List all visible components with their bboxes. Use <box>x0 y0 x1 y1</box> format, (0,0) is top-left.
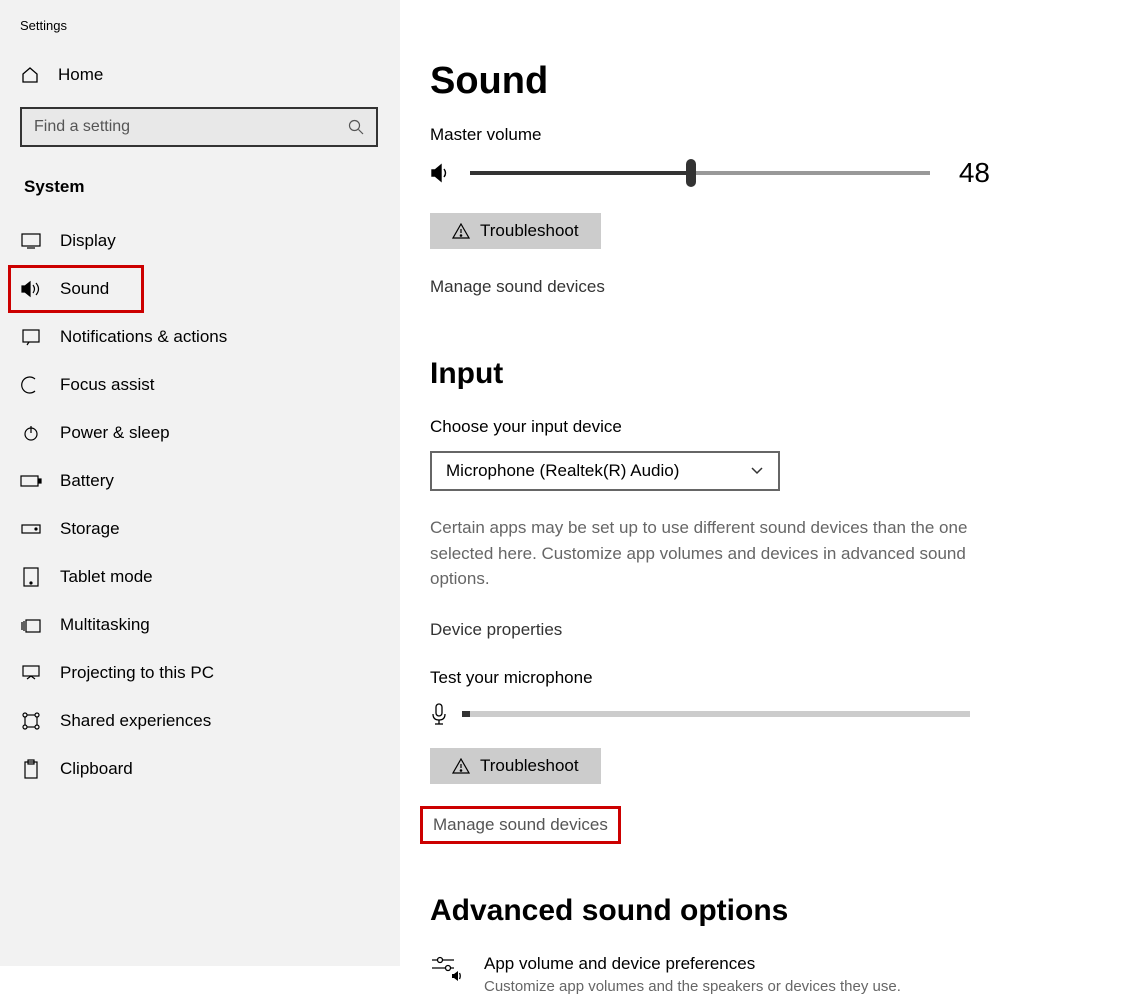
sidebar-item-label: Clipboard <box>60 759 133 779</box>
sidebar-home[interactable]: Home <box>0 51 400 99</box>
sidebar-nav: Display Sound Notifications & actions Fo… <box>0 217 400 793</box>
storage-icon <box>20 522 42 536</box>
battery-icon <box>20 474 42 488</box>
warning-icon <box>452 758 470 774</box>
advanced-item-title: App volume and device preferences <box>484 954 901 974</box>
advanced-item-app-volume[interactable]: App volume and device preferences Custom… <box>430 954 1109 995</box>
chevron-down-icon <box>750 466 764 476</box>
sidebar-item-projecting[interactable]: Projecting to this PC <box>0 649 400 697</box>
home-icon <box>20 65 40 85</box>
power-icon <box>20 424 42 442</box>
sidebar-item-label: Battery <box>60 471 114 491</box>
mic-level-bar <box>462 711 970 717</box>
slider-fill <box>470 171 691 175</box>
tablet-icon <box>20 567 42 587</box>
choose-input-label: Choose your input device <box>430 417 1109 437</box>
speaker-icon[interactable] <box>430 162 454 184</box>
sidebar-item-label: Shared experiences <box>60 711 211 731</box>
multitasking-icon <box>20 617 42 633</box>
search-input[interactable] <box>34 118 348 136</box>
search-icon <box>348 119 364 135</box>
sidebar-item-shared-experiences[interactable]: Shared experiences <box>0 697 400 745</box>
clipboard-icon <box>20 759 42 779</box>
troubleshoot-output-button[interactable]: Troubleshoot <box>430 213 601 249</box>
input-help-text: Certain apps may be set up to use differ… <box>430 515 990 592</box>
sidebar-section-label: System <box>0 165 400 217</box>
sound-icon <box>20 280 42 298</box>
page-title: Sound <box>430 60 1109 103</box>
sliders-icon <box>430 954 462 995</box>
troubleshoot-label: Troubleshoot <box>480 756 579 776</box>
sidebar-item-battery[interactable]: Battery <box>0 457 400 505</box>
troubleshoot-label: Troubleshoot <box>480 221 579 241</box>
master-volume-slider[interactable] <box>470 171 930 175</box>
sidebar-item-label: Sound <box>60 279 109 299</box>
mic-test-row <box>430 702 970 726</box>
sidebar-item-label: Projecting to this PC <box>60 663 214 683</box>
advanced-item-subtitle: Customize app volumes and the speakers o… <box>484 978 901 995</box>
search-container <box>0 99 400 165</box>
sidebar-item-label: Focus assist <box>60 375 154 395</box>
sidebar-item-focus-assist[interactable]: Focus assist <box>0 361 400 409</box>
sidebar-item-clipboard[interactable]: Clipboard <box>0 745 400 793</box>
annotation-highlight-manage-devices: Manage sound devices <box>420 806 621 844</box>
slider-thumb[interactable] <box>686 159 696 187</box>
app-title: Settings <box>0 12 400 51</box>
sidebar-item-storage[interactable]: Storage <box>0 505 400 553</box>
manage-sound-devices-link-output[interactable]: Manage sound devices <box>430 277 605 297</box>
master-volume-label: Master volume <box>430 125 1109 145</box>
troubleshoot-input-button[interactable]: Troubleshoot <box>430 748 601 784</box>
sidebar-item-label: Tablet mode <box>60 567 153 587</box>
test-mic-label: Test your microphone <box>430 668 1109 688</box>
sidebar-item-label: Notifications & actions <box>60 327 227 347</box>
sidebar-item-power-sleep[interactable]: Power & sleep <box>0 409 400 457</box>
input-heading: Input <box>430 357 1109 391</box>
input-device-select[interactable]: Microphone (Realtek(R) Audio) <box>430 451 780 491</box>
sidebar-item-label: Display <box>60 231 116 251</box>
main-content: Sound Master volume 48 Troubleshoot Mana… <box>400 0 1139 966</box>
sidebar: Settings Home System Display <box>0 0 400 966</box>
sidebar-item-multitasking[interactable]: Multitasking <box>0 601 400 649</box>
warning-icon <box>452 223 470 239</box>
advanced-item-text: App volume and device preferences Custom… <box>484 954 901 995</box>
focus-assist-icon <box>20 375 42 395</box>
device-properties-link[interactable]: Device properties <box>430 620 562 640</box>
sidebar-item-label: Storage <box>60 519 120 539</box>
shared-icon <box>20 711 42 731</box>
sidebar-item-sound[interactable]: Sound <box>0 265 400 313</box>
master-volume-row: 48 <box>430 157 990 189</box>
projecting-icon <box>20 664 42 682</box>
sidebar-item-tablet-mode[interactable]: Tablet mode <box>0 553 400 601</box>
sidebar-item-label: Multitasking <box>60 615 150 635</box>
sidebar-item-label: Power & sleep <box>60 423 170 443</box>
sidebar-item-notifications[interactable]: Notifications & actions <box>0 313 400 361</box>
advanced-heading: Advanced sound options <box>430 894 1109 928</box>
notifications-icon <box>20 328 42 346</box>
sidebar-item-display[interactable]: Display <box>0 217 400 265</box>
display-icon <box>20 233 42 249</box>
manage-sound-devices-link-input[interactable]: Manage sound devices <box>433 815 608 835</box>
master-volume-value: 48 <box>946 157 990 189</box>
microphone-icon <box>430 702 448 726</box>
search-box[interactable] <box>20 107 378 147</box>
sidebar-home-label: Home <box>58 65 103 85</box>
input-device-selected: Microphone (Realtek(R) Audio) <box>446 461 679 481</box>
